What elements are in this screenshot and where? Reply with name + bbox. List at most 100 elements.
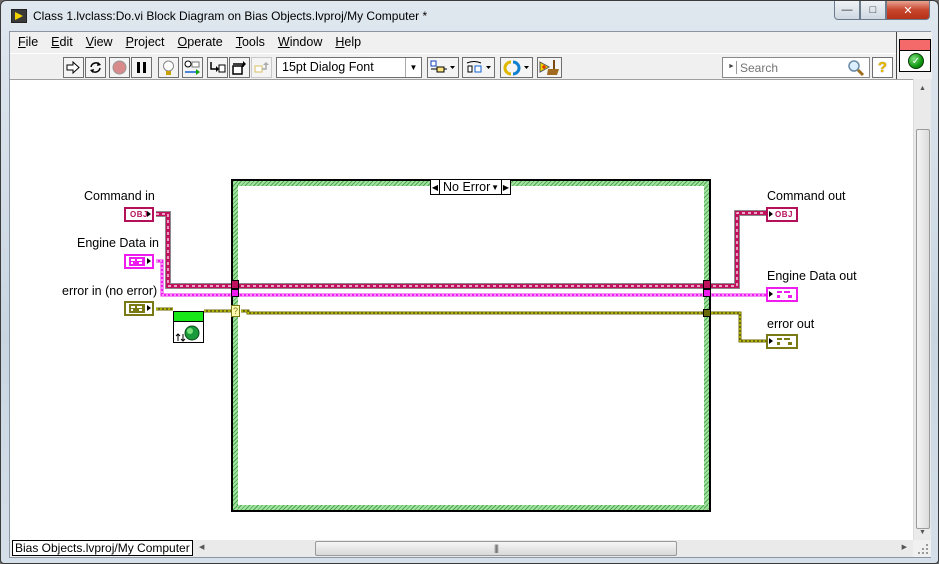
tunnel-command-out[interactable] xyxy=(703,280,711,289)
labview-app-icon xyxy=(11,9,27,23)
search-input[interactable] xyxy=(740,59,840,76)
label-engine-data-in: Engine Data in xyxy=(77,236,160,250)
tunnel-engine-data-in[interactable] xyxy=(231,289,239,297)
help-icon: ? xyxy=(877,59,888,76)
dynamic-dispatch-icon xyxy=(175,325,200,342)
decrement-case-button[interactable]: ◀ xyxy=(431,180,440,194)
label-error-out: error out xyxy=(767,317,815,331)
scroll-left-icon[interactable]: ◀ xyxy=(199,543,204,551)
cluster-icon xyxy=(129,257,145,266)
run-button[interactable] xyxy=(63,57,84,78)
tunnel-engine-data-out[interactable] xyxy=(703,289,711,297)
terminal-engine-data-in[interactable] xyxy=(124,254,154,269)
label-command-out: Command out xyxy=(767,189,846,203)
reorder-button[interactable] xyxy=(500,57,533,78)
font-select[interactable]: 15pt Dialog Font ▼ xyxy=(276,57,422,78)
terminal-error-out[interactable] xyxy=(766,334,798,349)
lightbulb-icon xyxy=(163,60,174,75)
clean-up-diagram-icon xyxy=(539,60,559,75)
increment-case-button[interactable]: ▶ xyxy=(501,180,510,194)
chevron-down-icon[interactable]: ▼ xyxy=(491,183,499,192)
maximize-button[interactable]: □ xyxy=(860,1,886,20)
align-objects-button[interactable] xyxy=(427,57,459,78)
close-icon: ✕ xyxy=(903,4,913,17)
terminal-error-in[interactable] xyxy=(124,301,154,316)
pause-icon xyxy=(137,62,146,73)
vertical-scroll-thumb[interactable] xyxy=(916,129,930,529)
retain-wire-values-button[interactable] xyxy=(182,57,203,78)
terminal-command-out[interactable]: OBJ xyxy=(766,207,798,222)
menu-file[interactable]: File xyxy=(18,35,38,49)
search-options-icon[interactable]: ► xyxy=(728,63,735,70)
abort-stop-icon xyxy=(112,60,127,75)
resize-grip-icon[interactable] xyxy=(914,540,931,557)
output-arrow-icon xyxy=(147,305,151,311)
case-structure-frame xyxy=(233,181,709,510)
menu-window[interactable]: Window xyxy=(278,35,322,49)
terminal-command-in[interactable]: OBJ xyxy=(124,207,154,222)
menu-tools[interactable]: Tools xyxy=(236,35,265,49)
clean-up-diagram-button[interactable] xyxy=(537,57,562,78)
output-arrow-icon xyxy=(147,211,151,217)
checkmark-icon: ✓ xyxy=(908,53,924,69)
run-continuously-button[interactable] xyxy=(85,57,106,78)
input-arrow-icon xyxy=(769,338,773,344)
pause-button[interactable] xyxy=(131,57,152,78)
step-over-button[interactable] xyxy=(229,57,250,78)
case-structure[interactable]: ◀ No Error ▼ ▶ xyxy=(231,179,711,512)
retain-wire-values-icon xyxy=(184,60,200,75)
vi-icon[interactable]: ✓ xyxy=(899,39,931,72)
input-arrow-icon xyxy=(769,291,773,297)
close-button[interactable]: ✕ xyxy=(886,1,930,20)
menu-edit[interactable]: Edit xyxy=(51,35,73,49)
abort-button[interactable] xyxy=(109,57,130,78)
step-into-button[interactable] xyxy=(207,57,228,78)
vertical-scrollbar[interactable]: ▲ ▼ xyxy=(913,79,931,540)
toolbar: 15pt Dialog Font ▼ ► ? xyxy=(10,53,896,79)
subvi-node[interactable] xyxy=(173,311,204,343)
menu-operate[interactable]: Operate xyxy=(178,35,223,49)
horizontal-scrollbar[interactable]: ◀ ||| ▶ xyxy=(193,540,913,557)
case-selector-terminal[interactable]: ? xyxy=(231,305,240,317)
menu-help[interactable]: Help xyxy=(335,35,361,49)
label-command-in: Command in xyxy=(84,189,155,203)
case-selector-label[interactable]: ◀ No Error ▼ ▶ xyxy=(430,179,511,195)
minimize-button[interactable]: — xyxy=(834,1,860,20)
input-arrow-icon xyxy=(769,211,773,217)
cluster-icon xyxy=(776,290,794,299)
labview-window: Class 1.lvclass:Do.vi Block Diagram on B… xyxy=(0,0,939,564)
case-selector-value: No Error xyxy=(443,180,491,194)
run-arrow-icon xyxy=(66,61,80,74)
tunnel-command-in[interactable] xyxy=(231,280,239,289)
distribute-objects-button[interactable] xyxy=(462,57,495,78)
tunnel-error-out[interactable] xyxy=(703,309,711,317)
horizontal-scroll-thumb[interactable]: ||| xyxy=(315,541,677,556)
menu-bar: File Edit View Project Operate Tools Win… xyxy=(10,32,896,52)
minimize-icon: — xyxy=(841,4,853,16)
connector-pane-terminal xyxy=(900,40,930,51)
context-help-button[interactable]: ? xyxy=(872,57,893,78)
scroll-down-icon[interactable]: ▼ xyxy=(919,529,926,536)
step-out-button[interactable] xyxy=(251,57,272,78)
font-select-value: 15pt Dialog Font xyxy=(282,60,374,74)
reorder-icon xyxy=(503,60,529,75)
title-bar[interactable]: Class 1.lvclass:Do.vi Block Diagram on B… xyxy=(1,1,938,31)
connector-pane[interactable]: ✓ xyxy=(896,32,932,79)
step-over-icon xyxy=(232,60,246,75)
scroll-right-icon[interactable]: ▶ xyxy=(902,543,907,551)
wire-command-in[interactable] xyxy=(156,211,235,289)
block-diagram-canvas[interactable]: Command in OBJ Engine Data in error in (… xyxy=(10,79,913,540)
scroll-up-icon[interactable]: ▲ xyxy=(919,85,926,92)
search-icon[interactable] xyxy=(847,59,865,76)
align-objects-icon xyxy=(430,60,455,73)
highlight-execution-button[interactable] xyxy=(158,57,179,78)
step-out-icon xyxy=(254,62,269,73)
maximize-icon: □ xyxy=(869,4,877,16)
label-engine-data-out: Engine Data out xyxy=(767,269,857,283)
terminal-engine-data-out[interactable] xyxy=(766,287,798,302)
search-box: ► xyxy=(722,57,870,78)
wire-command-out[interactable] xyxy=(707,210,767,289)
menu-project[interactable]: Project xyxy=(126,35,165,49)
project-context[interactable]: Bias Objects.lvproj/My Computer xyxy=(12,540,193,556)
menu-view[interactable]: View xyxy=(86,35,113,49)
